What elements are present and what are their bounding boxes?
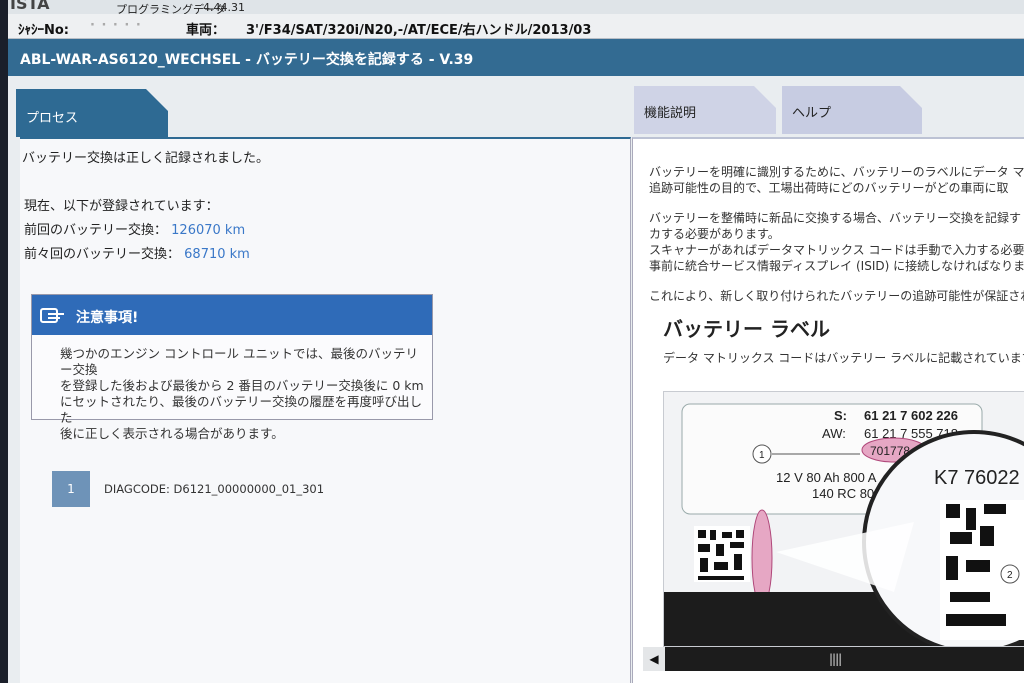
help-line: カする必要があります。 (649, 227, 780, 241)
app-logo: ISTA (10, 0, 50, 13)
battery-label-subtext: データ マトリックス コードはバッテリー ラベルに記載されています。 (663, 351, 1024, 365)
notice-box: 注意事項! 幾つかのエンジン コントロール ユニットでは、最後のバッテリー交換 … (31, 294, 433, 441)
help-line: 事前に統合サービス情報ディスプレイ (ISID) に接続しなければなりま (649, 259, 1024, 273)
procedure-title-bar: ABL-WAR-AS6120_WECHSEL - バッテリー交換を記録する - … (8, 39, 1024, 76)
chassis-label: ｼｬｼｰNo: (18, 23, 70, 38)
notice-line: 後に正しく表示される場合があります。 (60, 426, 284, 441)
last-battery-change-row: 前回のバッテリー交換： 126070 km (24, 219, 245, 238)
label-spec-line-1: 12 V 80 Ah 800 A (776, 470, 877, 485)
app-topbar: ISTA プログラミングデータ 4.44.31 (8, 0, 1024, 16)
scroll-thumb-grip[interactable]: |||| (829, 652, 842, 666)
help-line: 追跡可能性の目的で、工場出荷時にどのバッテリーがどの車両に取 (649, 181, 1009, 195)
procedure-title: ABL-WAR-AS6120_WECHSEL - バッテリー交換を記録する - … (20, 52, 474, 68)
callout-2-number: 2 (1007, 570, 1013, 581)
programming-data-version: 4.44.31 (203, 1, 245, 14)
tab-help[interactable]: ヘルプ (782, 86, 922, 134)
tab-help-label: ヘルプ (792, 106, 832, 121)
label-s-caption: S: (834, 408, 847, 423)
datamatrix-code-icon (694, 526, 750, 582)
notice-line: にセットされたり、最後のバッテリー交換の履歴を再度呼び出した (60, 394, 423, 425)
help-line: スキャナーがあればデータマトリックス コードは手動で入力する必要 (649, 243, 1024, 257)
last-change-label: 前回のバッテリー交換： (24, 223, 168, 238)
battery-label-graphic: S: 61 21 7 602 226 AW: 61 21 7 555 718 7… (664, 403, 1024, 646)
vehicle-info-bar: ｼｬｼｰNo: · · · · · 車両： 3'/F34/SAT/320i/N2… (8, 14, 1024, 39)
help-line: これにより、新しく取り付けられたバッテリーの追跡可能性が保証され (649, 289, 1024, 303)
registered-heading: 現在、以下が登録されています： (24, 199, 219, 214)
chassis-value: · · · · · (90, 18, 142, 33)
tab-process[interactable]: プロセス (16, 89, 168, 137)
label-aw-caption: AW: (822, 426, 846, 441)
tab-function-label: 機能説明 (644, 106, 697, 121)
notice-line: 幾つかのエンジン コントロール ユニットでは、最後のバッテリー交換 (60, 346, 418, 377)
notice-header: 注意事項! (32, 295, 432, 335)
notice-body: 幾つかのエンジン コントロール ユニットでは、最後のバッテリー交換 を登録した後… (60, 346, 430, 442)
ista-window: ISTA プログラミングデータ 4.44.31 ｼｬｼｰNo: · · · · … (8, 0, 1024, 683)
previous-battery-change-row: 前々回のバッテリー交換： 68710 km (24, 243, 250, 262)
prev-change-value: 68710 km (184, 247, 250, 262)
notice-title: 注意事項! (76, 310, 139, 326)
help-line: バッテリーを整備時に新品に交換する場合、バッテリー交換を記録す (649, 211, 1022, 225)
tab-function-description[interactable]: 機能説明 (634, 86, 776, 134)
battery-label-illustration: S: 61 21 7 602 226 AW: 61 21 7 555 718 7… (663, 391, 1024, 647)
battery-label-heading: バッテリー ラベル (663, 317, 830, 341)
last-change-value: 126070 km (171, 223, 246, 238)
prev-change-label: 前々回のバッテリー交換： (24, 247, 181, 262)
process-panel: バッテリー交換は正しく記録されました。 現在、以下が登録されています： 前回のバ… (20, 137, 631, 683)
label-s-number: 61 21 7 602 226 (864, 408, 958, 423)
notice-line: を登録した後および最後から 2 番目のバッテリー交換後に 0 km (60, 378, 424, 393)
status-message: バッテリー交換は正しく記録されました。 (22, 151, 270, 166)
diagcode-number-button[interactable]: 1 (52, 471, 90, 507)
horizontal-scrollbar[interactable]: ◀ |||| (643, 647, 1024, 671)
vehicle-label: 車両： (186, 23, 226, 38)
scroll-left-arrow-icon[interactable]: ◀ (643, 647, 665, 671)
callout-1-number: 1 (759, 450, 765, 461)
help-panel: バッテリーを明確に識別するために、バッテリーのラベルにデータ マ 追跡可能性の目… (632, 137, 1024, 683)
vehicle-value: 3'/F34/SAT/320i/N20,-/AT/ECE/右ハンドル/2013/… (246, 23, 592, 38)
tab-process-label: プロセス (26, 111, 79, 126)
zoom-code-text: K7 76022 (934, 467, 1020, 489)
diagcode-text: DIAGCODE: D6121_00000000_01_301 (104, 482, 325, 496)
help-line: バッテリーを明確に識別するために、バッテリーのラベルにデータ マ (649, 165, 1024, 179)
pointing-hand-icon (40, 308, 64, 323)
